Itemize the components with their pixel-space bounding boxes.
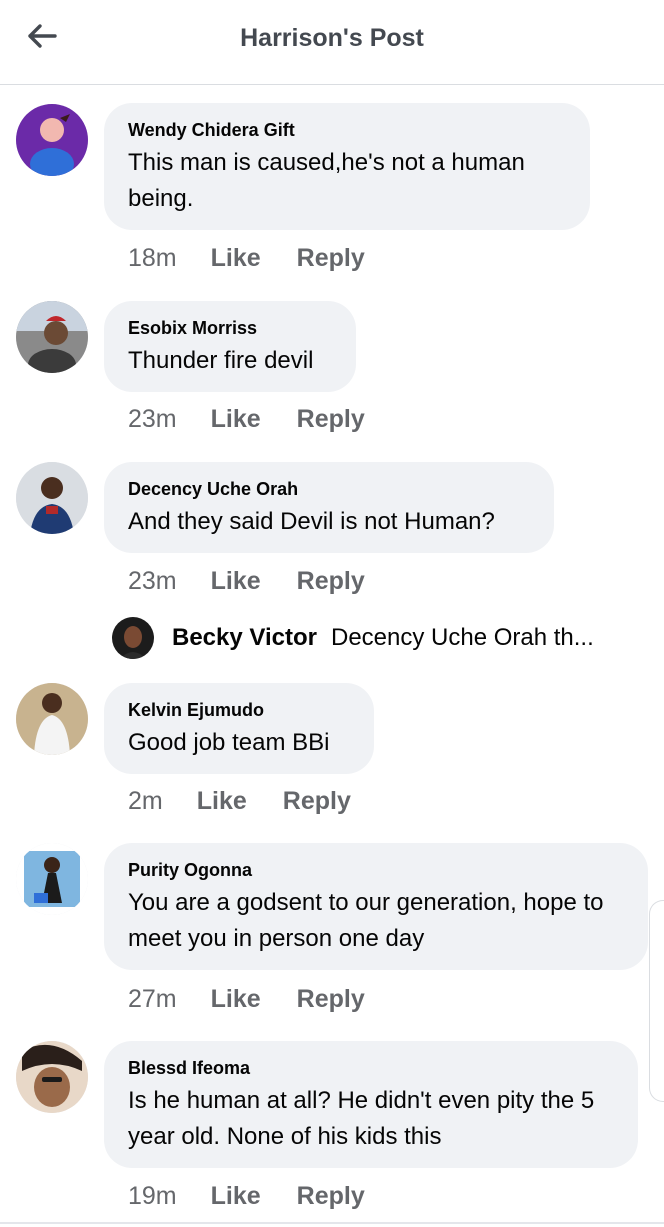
reply-button[interactable]: Reply	[297, 567, 365, 596]
comment-author[interactable]: Blessd Ifeoma	[128, 1057, 614, 1079]
avatar[interactable]	[16, 1041, 88, 1113]
page-title: Harrison's Post	[240, 24, 424, 52]
comment-time: 27m	[128, 985, 177, 1013]
comment-text: This man is caused,he's not a human bein…	[128, 149, 525, 212]
comment-bubble[interactable]: Wendy Chidera Gift This man is caused,he…	[104, 103, 590, 230]
reply-author[interactable]: Becky Victor	[172, 624, 317, 652]
comment-author[interactable]: Kelvin Ejumudo	[128, 699, 350, 721]
side-panel-edge[interactable]	[649, 900, 664, 1102]
comment-author[interactable]: Wendy Chidera Gift	[128, 119, 566, 141]
comment-time: 23m	[128, 405, 177, 433]
like-button[interactable]: Like	[211, 405, 261, 434]
reply-button[interactable]: Reply	[297, 405, 365, 434]
avatar[interactable]	[16, 843, 88, 915]
reply-text: Decency Uche Orah th...	[330, 624, 594, 651]
comment-bubble[interactable]: Esobix Morriss Thunder fire devil	[104, 301, 356, 392]
avatar[interactable]	[16, 301, 88, 373]
reply-button[interactable]: Reply	[297, 985, 365, 1014]
comment-bubble[interactable]: Purity Ogonna You are a godsent to our g…	[104, 843, 648, 970]
comment-author[interactable]: Purity Ogonna	[128, 859, 624, 881]
reply-button[interactable]: Reply	[297, 1182, 365, 1211]
comment-bubble[interactable]: Decency Uche Orah And they said Devil is…	[104, 462, 554, 553]
avatar[interactable]	[16, 104, 88, 176]
like-button[interactable]: Like	[211, 567, 261, 596]
comment-author[interactable]: Esobix Morriss	[128, 317, 332, 339]
comment-bubble[interactable]: Blessd Ifeoma Is he human at all? He did…	[104, 1041, 638, 1168]
comment-text: Good job team BBi	[128, 729, 330, 756]
comment-text: Is he human at all? He didn't even pity …	[128, 1087, 595, 1150]
comment-text: You are a godsent to our generation, hop…	[128, 889, 604, 952]
like-button[interactable]: Like	[211, 1182, 261, 1211]
reply-button[interactable]: Reply	[283, 787, 351, 816]
avatar[interactable]	[112, 617, 154, 659]
like-button[interactable]: Like	[197, 787, 247, 816]
comment-time: 23m	[128, 567, 177, 595]
comment-time: 18m	[128, 244, 177, 272]
comment-text: And they said Devil is not Human?	[128, 508, 495, 535]
like-button[interactable]: Like	[211, 244, 261, 273]
post-header: Harrison's Post	[0, 0, 664, 85]
avatar[interactable]	[16, 683, 88, 755]
comment-time: 2m	[128, 787, 163, 815]
avatar[interactable]	[16, 462, 88, 534]
comment-author[interactable]: Decency Uche Orah	[128, 478, 530, 500]
comment-text: Thunder fire devil	[128, 347, 314, 374]
reply-preview[interactable]: Becky Victor Decency Uche Orah th...	[112, 616, 652, 660]
reply-button[interactable]: Reply	[297, 244, 365, 273]
divider	[0, 1222, 664, 1224]
comment-time: 19m	[128, 1182, 177, 1210]
comment-bubble[interactable]: Kelvin Ejumudo Good job team BBi	[104, 683, 374, 774]
like-button[interactable]: Like	[211, 985, 261, 1014]
